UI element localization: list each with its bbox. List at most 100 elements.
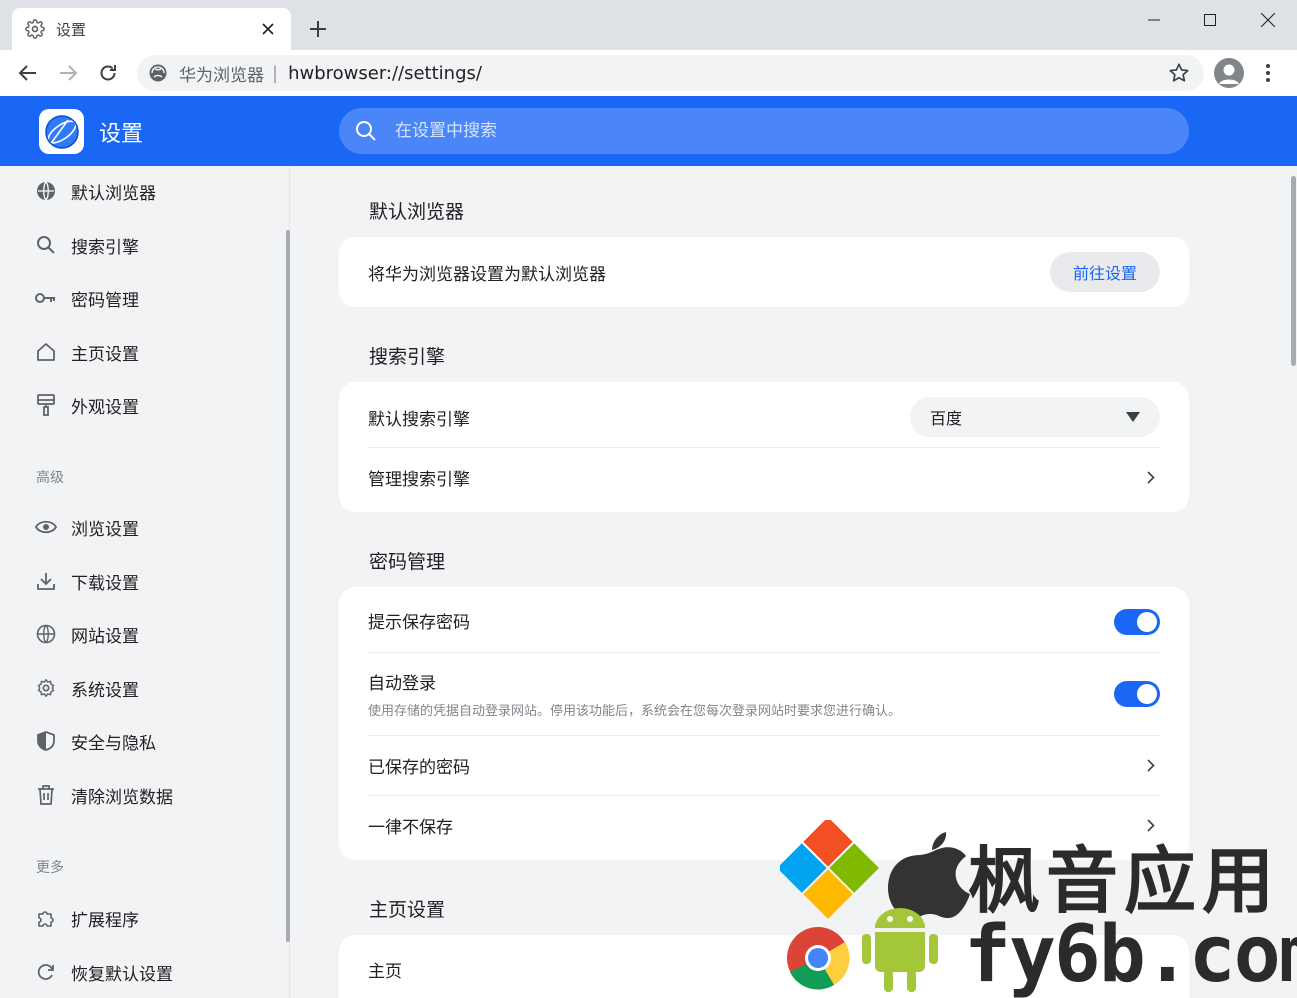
sidebar-item-security[interactable]: 安全与隐私 (0, 719, 280, 763)
sidebar-item-label: 下载设置 (71, 573, 139, 594)
shield-icon (35, 730, 57, 752)
row-label: 已保存的密码 (368, 757, 470, 778)
trash-icon (35, 784, 57, 806)
settings-header: 设置 (0, 96, 1297, 166)
toggle-knob (1137, 612, 1157, 632)
go-settings-button[interactable]: 前往设置 (1050, 252, 1160, 292)
globe-icon (35, 623, 57, 645)
sidebar-item-default-browser[interactable]: 默认浏览器 (0, 169, 280, 213)
sidebar-item-search-engine[interactable]: 搜索引擎 (0, 223, 280, 267)
page-title: 设置 (99, 122, 144, 147)
sidebar-item-site[interactable]: 网站设置 (0, 612, 280, 656)
select-value: 百度 (930, 409, 963, 428)
row-description: 使用存储的凭据自动登录网站。停用该功能后，系统会在您每次登录网站时要求您进行确认… (368, 704, 902, 719)
menu-button[interactable] (1257, 61, 1279, 85)
search-icon (35, 234, 57, 256)
search-engine-select[interactable]: 百度 (910, 397, 1160, 437)
section-title-password: 密码管理 (369, 551, 446, 573)
row-label: 将华为浏览器设置为默认浏览器 (368, 264, 606, 285)
globe-solid-icon (35, 180, 57, 202)
search-icon (356, 121, 376, 141)
section-title-homepage: 主页设置 (369, 899, 446, 921)
section-title-default-browser: 默认浏览器 (369, 201, 465, 223)
row-set-default: 将华为浏览器设置为默认浏览器 (368, 237, 1160, 307)
sidebar-item-system[interactable]: 系统设置 (0, 666, 280, 710)
minimize-button[interactable] (1126, 0, 1182, 40)
restore-icon (35, 961, 57, 983)
card-password: 提示保存密码 自动登录 使用存储的凭据自动登录网站。停用该功能后，系统会在您每次… (339, 587, 1189, 860)
sidebar-item-label: 外观设置 (71, 397, 139, 418)
reload-button[interactable] (92, 57, 124, 89)
sidebar-item-label: 恢复默认设置 (71, 964, 173, 985)
sidebar-item-label: 搜索引擎 (71, 237, 139, 258)
sidebar-item-clear-data[interactable]: 清除浏览数据 (0, 773, 280, 817)
row-label: 自动登录 (368, 674, 436, 694)
title-bar: 设置 (0, 0, 1297, 50)
url-separator: | (272, 62, 279, 84)
new-tab-button[interactable] (303, 14, 333, 44)
home-icon (35, 341, 57, 363)
tab-title: 设置 (56, 20, 87, 39)
sidebar-item-homepage[interactable]: 主页设置 (0, 330, 280, 374)
star-icon[interactable] (1168, 62, 1190, 84)
sidebar-section-advanced: 高级 (36, 470, 64, 486)
row-offer-save-password: 提示保存密码 (368, 587, 1160, 653)
arrow-right-icon (60, 65, 78, 81)
section-title-search-engine: 搜索引擎 (369, 346, 446, 368)
person-icon (1219, 64, 1239, 84)
profile-avatar[interactable] (1214, 58, 1244, 88)
gear-icon (24, 18, 46, 40)
sidebar-item-download[interactable]: 下载设置 (0, 559, 280, 603)
maximize-button[interactable] (1182, 0, 1238, 40)
caret-down-icon (1126, 412, 1140, 422)
eye-icon (35, 516, 57, 538)
sidebar-item-password[interactable]: 密码管理 (0, 276, 280, 320)
reload-icon (100, 65, 116, 81)
row-manage-search-engine[interactable]: 管理搜索引擎 (368, 447, 1160, 507)
arrow-left-icon (18, 65, 36, 81)
sidebar-item-label: 安全与隐私 (71, 733, 156, 754)
chevron-right-icon (1142, 756, 1160, 774)
back-button[interactable] (12, 57, 44, 89)
window-close-button[interactable] (1240, 0, 1296, 40)
sidebar: 默认浏览器 搜索引擎 密码管理 主页设置 外观设置 高级 浏览设置 下载设置 网… (0, 166, 290, 998)
row-label: 主页 (368, 961, 402, 982)
row-auto-login: 自动登录 使用存储的凭据自动登录网站。停用该功能后，系统会在您每次登录网站时要求… (368, 653, 1160, 735)
offer-save-password-toggle[interactable] (1114, 609, 1160, 635)
key-icon (35, 287, 57, 309)
sidebar-item-label: 密码管理 (71, 290, 139, 311)
gear-icon (35, 677, 57, 699)
site-info-icon[interactable] (149, 64, 167, 82)
sidebar-item-label: 扩展程序 (71, 910, 139, 931)
row-saved-passwords[interactable]: 已保存的密码 (368, 735, 1160, 795)
sidebar-item-reset[interactable]: 恢复默认设置 (0, 950, 280, 994)
row-label: 管理搜索引擎 (368, 469, 470, 490)
url-text[interactable]: hwbrowser://settings/ (288, 63, 482, 84)
settings-search[interactable] (339, 108, 1189, 154)
watermark-text-url: fy6b.com (964, 910, 1297, 998)
chevron-right-icon (1142, 468, 1160, 486)
sidebar-item-label: 浏览设置 (71, 519, 139, 540)
sidebar-item-browsing[interactable]: 浏览设置 (0, 505, 280, 549)
browser-logo (39, 109, 84, 154)
sidebar-item-label: 网站设置 (71, 626, 139, 647)
auto-login-toggle[interactable] (1114, 681, 1160, 707)
row-label: 提示保存密码 (368, 612, 470, 633)
card-default-browser: 将华为浏览器设置为默认浏览器 前往设置 (339, 237, 1189, 307)
huawei-browser-logo-icon (44, 114, 79, 149)
forward-button[interactable] (52, 57, 84, 89)
sidebar-scrollbar[interactable] (286, 230, 290, 942)
download-icon (35, 570, 57, 592)
browser-toolbar: 华为浏览器 | hwbrowser://settings/ (0, 50, 1297, 96)
sidebar-item-appearance[interactable]: 外观设置 (0, 383, 280, 427)
main-scrollbar-thumb[interactable] (1291, 176, 1296, 366)
sidebar-item-label: 系统设置 (71, 680, 139, 701)
toggle-knob (1137, 684, 1157, 704)
close-icon[interactable] (257, 18, 279, 40)
row-label: 默认搜索引擎 (368, 409, 470, 430)
site-name: 华为浏览器 (179, 65, 264, 86)
search-input[interactable] (395, 121, 1095, 141)
tab-settings[interactable]: 设置 (12, 8, 291, 50)
sidebar-item-extensions[interactable]: 扩展程序 (0, 896, 280, 940)
address-bar[interactable]: 华为浏览器 | hwbrowser://settings/ (137, 55, 1204, 91)
